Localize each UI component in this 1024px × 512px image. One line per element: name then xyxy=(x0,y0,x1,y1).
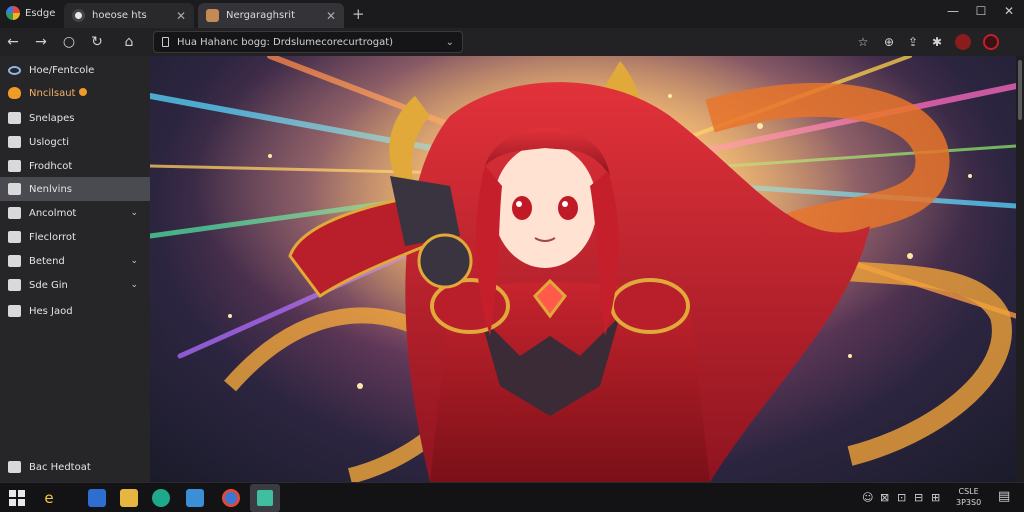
user-icon xyxy=(8,461,21,473)
scrollbar-thumb[interactable] xyxy=(1018,60,1022,120)
sidebar-item-label: Nncilsaut xyxy=(29,87,150,99)
browser-logo-icon xyxy=(6,6,20,20)
sidebar-footer-item[interactable]: Bac Hedtoat xyxy=(0,455,150,479)
app-label: Esdge xyxy=(25,7,56,19)
tab-favicon-icon xyxy=(206,9,219,22)
home-button[interactable]: ○ xyxy=(60,33,78,51)
new-tab-button[interactable]: + xyxy=(352,5,365,23)
photos-icon[interactable] xyxy=(186,489,204,507)
sidebar-item-label: Nenlvins xyxy=(29,183,72,195)
sidebar-item-label: Betend xyxy=(29,255,65,267)
sidebar-item-text: Nncilsaut xyxy=(29,87,76,99)
active-app-icon[interactable] xyxy=(250,484,280,512)
chevron-down-icon[interactable]: ⌄ xyxy=(130,256,138,266)
collections-icon[interactable]: ⊕ xyxy=(881,34,897,50)
close-tab-icon[interactable]: ✕ xyxy=(326,9,336,23)
windows-start-icon[interactable] xyxy=(8,489,26,507)
page-scrollbar[interactable] xyxy=(1016,56,1024,482)
sidebar-item-4[interactable]: Uslogcti xyxy=(0,130,150,154)
back-button[interactable]: ← xyxy=(4,33,22,51)
sidebar-item-7[interactable]: Ancolmot ⌄ xyxy=(0,201,150,225)
bookmark-icon xyxy=(8,160,21,172)
tray-volume-icon[interactable]: ⊞ xyxy=(931,491,940,504)
sidebar-item-label: Frodhcot xyxy=(29,160,73,172)
minimize-button[interactable]: — xyxy=(944,4,962,18)
page-info-icon[interactable] xyxy=(162,37,169,47)
close-window-button[interactable]: ✕ xyxy=(1000,4,1018,18)
anime-artwork xyxy=(150,56,1016,482)
account-avatar[interactable] xyxy=(983,34,999,50)
extensions-icon[interactable]: ✱ xyxy=(929,34,945,50)
flame-icon xyxy=(8,87,21,99)
file-explorer-icon[interactable] xyxy=(120,489,138,507)
sidebar-item-home[interactable]: Hoe/Fentcole xyxy=(0,58,150,82)
ie-browser-icon[interactable]: e xyxy=(40,489,58,507)
sidebar-item-label: Hoe/Fentcole xyxy=(29,64,95,76)
history-icon xyxy=(8,231,21,243)
sidebar-item-label: Hes Jaod xyxy=(29,305,73,317)
cloud-icon xyxy=(8,65,21,75)
edge-icon[interactable] xyxy=(152,489,170,507)
content-image xyxy=(150,56,1016,482)
document-icon xyxy=(8,136,21,148)
sidebar-item-label: Sde Gin xyxy=(29,279,68,291)
tray-battery-icon[interactable]: ⊟ xyxy=(914,491,923,504)
sidebar-item-5[interactable]: Frodhcot xyxy=(0,154,150,178)
browser-toolbar: ← → ○ ↻ ⌂ Hua Hahanc bogg: Drdslumecorec… xyxy=(0,28,1024,56)
sidebar-item-11[interactable]: Hes Jaod xyxy=(0,299,150,323)
chevron-down-icon[interactable]: ⌄ xyxy=(130,208,138,218)
tab-title: hoeose hts xyxy=(92,10,147,21)
clock-time: CSLE xyxy=(958,487,979,496)
folder-icon xyxy=(8,112,21,124)
close-tab-icon[interactable]: ✕ xyxy=(176,9,186,23)
sidebar-item-9[interactable]: Betend ⌄ xyxy=(0,249,150,273)
sidebar-item-3[interactable]: Snelapes xyxy=(0,106,150,130)
app-icon xyxy=(8,279,21,291)
refresh-button[interactable]: ↻ xyxy=(88,33,106,51)
tab-title: Nergaraghsrit xyxy=(226,10,295,21)
system-clock[interactable]: CSLE 3P3S0 xyxy=(956,486,981,508)
maximize-button[interactable]: ☐ xyxy=(972,4,990,18)
tab-1[interactable]: hoeose hts ✕ xyxy=(64,3,194,28)
settings-icon xyxy=(8,305,21,317)
favorite-star-icon[interactable]: ☆ xyxy=(855,34,871,50)
notification-dot xyxy=(79,87,88,96)
address-url[interactable]: Hua Hahanc bogg: Drdslumecorecurtrogat) xyxy=(177,37,438,48)
tray-emoji-icon[interactable]: ☺ xyxy=(862,491,873,504)
tab-2[interactable]: Nergaraghsrit ✕ xyxy=(198,3,344,28)
sidebar-item-label: Fleclorrot xyxy=(29,231,76,243)
list-icon xyxy=(8,207,21,219)
extension-button[interactable]: ⌂ xyxy=(120,33,138,51)
address-bar[interactable]: Hua Hahanc bogg: Drdslumecorecurtrogat) … xyxy=(153,31,463,53)
tab-bar: Esdge hoeose hts ✕ Nergaraghsrit ✕ + — ☐… xyxy=(0,0,1024,28)
sidebar-item-10[interactable]: Sde Gin ⌄ xyxy=(0,273,150,297)
chrome-icon[interactable] xyxy=(222,489,240,507)
clock-date: 3P3S0 xyxy=(956,498,982,507)
sidebar-item-6[interactable]: Nenlvins xyxy=(0,177,150,201)
sidebar-item-label: Ancolmot xyxy=(29,207,77,219)
image-icon xyxy=(8,183,21,195)
sidebar: Hoe/Fentcole Nncilsaut Snelapes Uslogcti… xyxy=(0,56,150,482)
download-icon xyxy=(8,255,21,267)
chevron-down-icon[interactable]: ⌄ xyxy=(446,37,454,48)
notifications-icon[interactable]: ▤ xyxy=(998,489,1010,504)
app-glyph-icon xyxy=(257,490,273,506)
sidebar-item-label: Uslogcti xyxy=(29,136,69,148)
browser-menu-button[interactable]: Esdge xyxy=(6,6,55,20)
taskbar: e ☺ ⊠ ⊡ ⊟ ⊞ CSLE 3P3S0 ▤ xyxy=(0,482,1024,512)
tray-display-icon[interactable]: ⊡ xyxy=(897,491,906,504)
forward-button[interactable]: → xyxy=(32,33,50,51)
sidebar-item-8[interactable]: Fleclorrot xyxy=(0,225,150,249)
sidebar-item-trending[interactable]: Nncilsaut xyxy=(0,81,150,105)
store-icon[interactable] xyxy=(88,489,106,507)
profile-avatar[interactable] xyxy=(955,34,971,50)
sidebar-item-label: Bac Hedtoat xyxy=(29,461,91,473)
chevron-down-icon[interactable]: ⌄ xyxy=(130,280,138,290)
sidebar-item-label: Snelapes xyxy=(29,112,75,124)
tab-favicon-icon xyxy=(72,9,85,22)
tray-network-icon[interactable]: ⊠ xyxy=(880,491,889,504)
share-icon[interactable]: ⇪ xyxy=(905,34,921,50)
